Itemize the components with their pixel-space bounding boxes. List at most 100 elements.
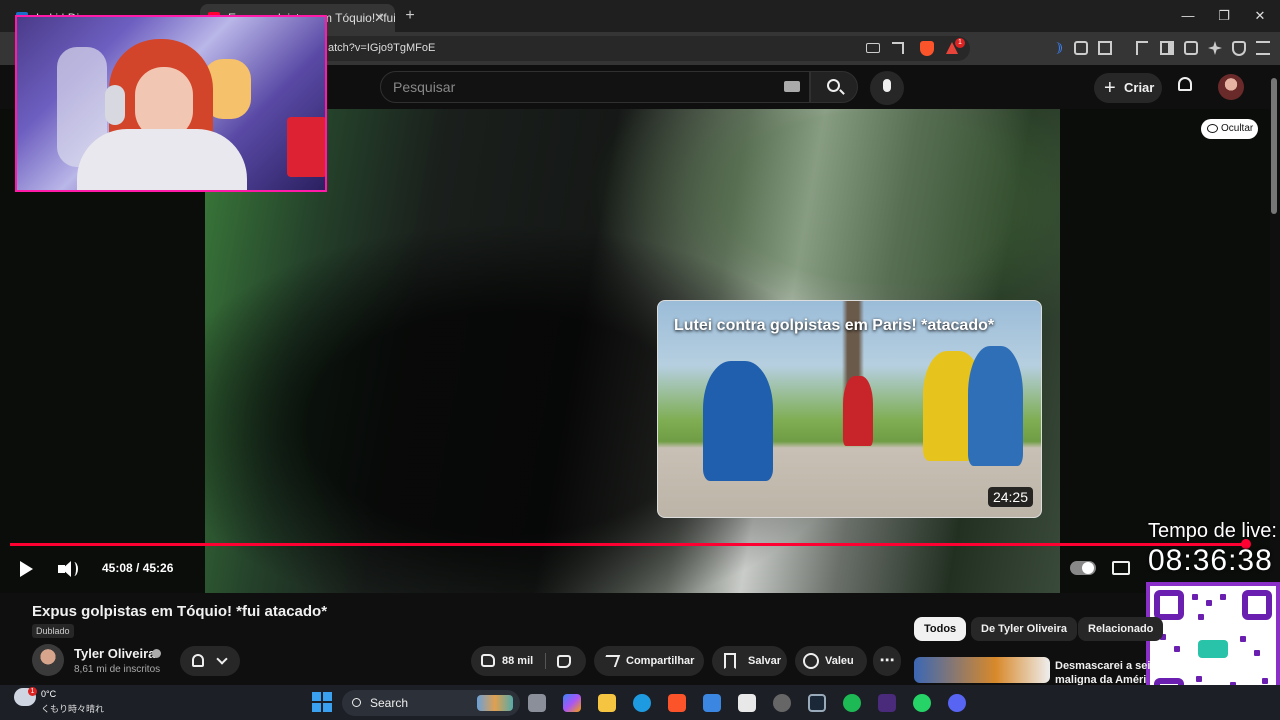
endcard-duration: 24:25 (987, 487, 1033, 507)
keyboard-icon[interactable] (784, 81, 800, 92)
url-text: atch?v=IGjo9TgMFoE (328, 42, 436, 54)
person-red-shirt (843, 376, 873, 446)
obsidian-icon[interactable] (878, 694, 896, 712)
hide-label: Ocultar (1221, 123, 1254, 134)
taskbar-search[interactable]: Search (342, 690, 520, 716)
store-icon[interactable] (703, 694, 721, 712)
dubbed-badge: Dublado (32, 624, 74, 638)
play-icon (20, 561, 33, 577)
qr-module (1198, 614, 1204, 620)
close-tab-icon[interactable]: ✕ (374, 4, 385, 32)
save-button[interactable]: Salvar (712, 646, 787, 676)
qr-center-logo (1198, 640, 1228, 658)
copilot-icon[interactable] (563, 694, 581, 712)
subscription-bell-button[interactable] (180, 646, 240, 676)
spotify-icon[interactable] (843, 694, 861, 712)
related-title-line: Desmascarei a sei (1055, 660, 1151, 672)
thanks-button[interactable]: Valeu (795, 646, 867, 676)
thanks-label: Valeu (825, 655, 854, 667)
webcam-overlay (15, 15, 327, 192)
steam-icon[interactable] (808, 694, 826, 712)
captions-icon[interactable] (1112, 561, 1130, 575)
divider (545, 653, 546, 669)
related-video-thumbnail[interactable] (914, 657, 1050, 683)
start-button[interactable] (312, 692, 332, 712)
volume-waves-icon (70, 562, 78, 576)
qr-module (1192, 594, 1198, 600)
like-icon[interactable] (481, 654, 495, 667)
weather-description: くもり時々晴れ (41, 704, 105, 714)
task-view-icon[interactable] (528, 694, 546, 712)
edge-icon[interactable] (633, 694, 651, 712)
qr-module (1262, 678, 1268, 684)
minimize-button[interactable]: — (1176, 6, 1200, 26)
more-actions-button[interactable]: ⋯ (873, 646, 901, 676)
headphones (105, 85, 125, 125)
video-title: Expus golpistas em Tóquio! *fui atacado* (32, 603, 328, 620)
dislike-icon[interactable] (557, 655, 571, 668)
qr-module (1240, 636, 1246, 642)
page-scrollbar-thumb[interactable] (1271, 78, 1277, 214)
reader-mode-icon[interactable] (1098, 41, 1112, 55)
share-page-icon[interactable] (892, 42, 904, 54)
chip-all[interactable]: Todos (914, 617, 967, 641)
like-count[interactable]: 88 mil (502, 646, 533, 676)
wallet-icon[interactable] (1184, 41, 1198, 55)
account-avatar[interactable] (1218, 74, 1244, 100)
mute-button[interactable] (56, 559, 80, 579)
cast-icon[interactable] (866, 43, 880, 53)
discord-icon[interactable] (948, 694, 966, 712)
streamer-hoodie (77, 129, 247, 190)
extensions-icon[interactable] (1074, 41, 1088, 55)
new-tab-button[interactable]: + (400, 6, 420, 26)
qr-module (1254, 650, 1260, 656)
url-field[interactable]: atch?v=IGjo9TgMFoE 1 (300, 36, 970, 61)
brave-shields-icon[interactable] (920, 41, 934, 56)
eye-off-icon (1207, 124, 1218, 133)
play-button[interactable] (16, 559, 36, 579)
live-time-label: Tempo de live: (1148, 520, 1277, 542)
autoplay-toggle[interactable] (1070, 561, 1096, 575)
weather-widget[interactable]: 1 0°C くもり時々晴れ (0, 685, 110, 720)
close-window-button[interactable]: ✕ (1248, 6, 1272, 26)
create-button[interactable]: + Criar (1094, 73, 1162, 103)
progress-bar[interactable] (10, 543, 1246, 546)
temperature: 0°C (41, 689, 57, 699)
menu-icon[interactable] (1256, 41, 1270, 55)
chevron-down-icon (216, 653, 228, 665)
chatgpt-icon[interactable] (773, 694, 791, 712)
leo-ai-icon[interactable] (1208, 41, 1222, 55)
rewards-badge: 1 (955, 38, 965, 48)
whatsapp-icon[interactable] (913, 694, 931, 712)
voice-search-button[interactable] (870, 71, 904, 105)
sidebar-toggle-icon[interactable] (1160, 41, 1174, 55)
time-display: 45:08 / 45:26 (102, 561, 174, 575)
audio-playing-icon[interactable] (1050, 42, 1062, 54)
taskbar-search-label: Search (370, 696, 409, 710)
vpn-shield-icon[interactable] (1232, 41, 1246, 56)
channel-name[interactable]: Tyler Oliveira (74, 646, 155, 661)
file-explorer-icon[interactable] (598, 694, 616, 712)
qr-finder (1242, 590, 1272, 620)
search-input[interactable]: Pesquisar (380, 71, 810, 103)
share-button[interactable]: Compartilhar (594, 646, 704, 676)
endcard-title: Lutei contra golpistas em Paris! *atacad… (674, 317, 995, 334)
chip-from-channel[interactable]: De Tyler Oliveira (971, 617, 1078, 641)
endcard-video[interactable]: Lutei contra golpistas em Paris! *atacad… (657, 300, 1042, 518)
channel-avatar[interactable] (32, 644, 64, 676)
hide-endcards-button[interactable]: Ocultar (1201, 119, 1258, 139)
plus-icon: + (1104, 77, 1116, 99)
mic-icon (883, 79, 891, 92)
bell-icon (192, 654, 204, 667)
qr-module (1220, 594, 1226, 600)
qr-module (1196, 676, 1202, 682)
media-controls-icon[interactable] (1136, 41, 1148, 55)
search-button[interactable] (810, 71, 858, 103)
notifications-button[interactable] (1174, 75, 1196, 97)
chip-related[interactable]: Relacionado (1078, 617, 1164, 641)
app-icon[interactable] (738, 694, 756, 712)
restore-button[interactable]: ❐ (1212, 6, 1236, 26)
related-video-title[interactable]: Desmascarei a sei maligna da Améri (1055, 659, 1155, 687)
brave-icon[interactable] (668, 694, 686, 712)
taskbar: 1 0°C くもり時々晴れ Search (0, 685, 1280, 720)
